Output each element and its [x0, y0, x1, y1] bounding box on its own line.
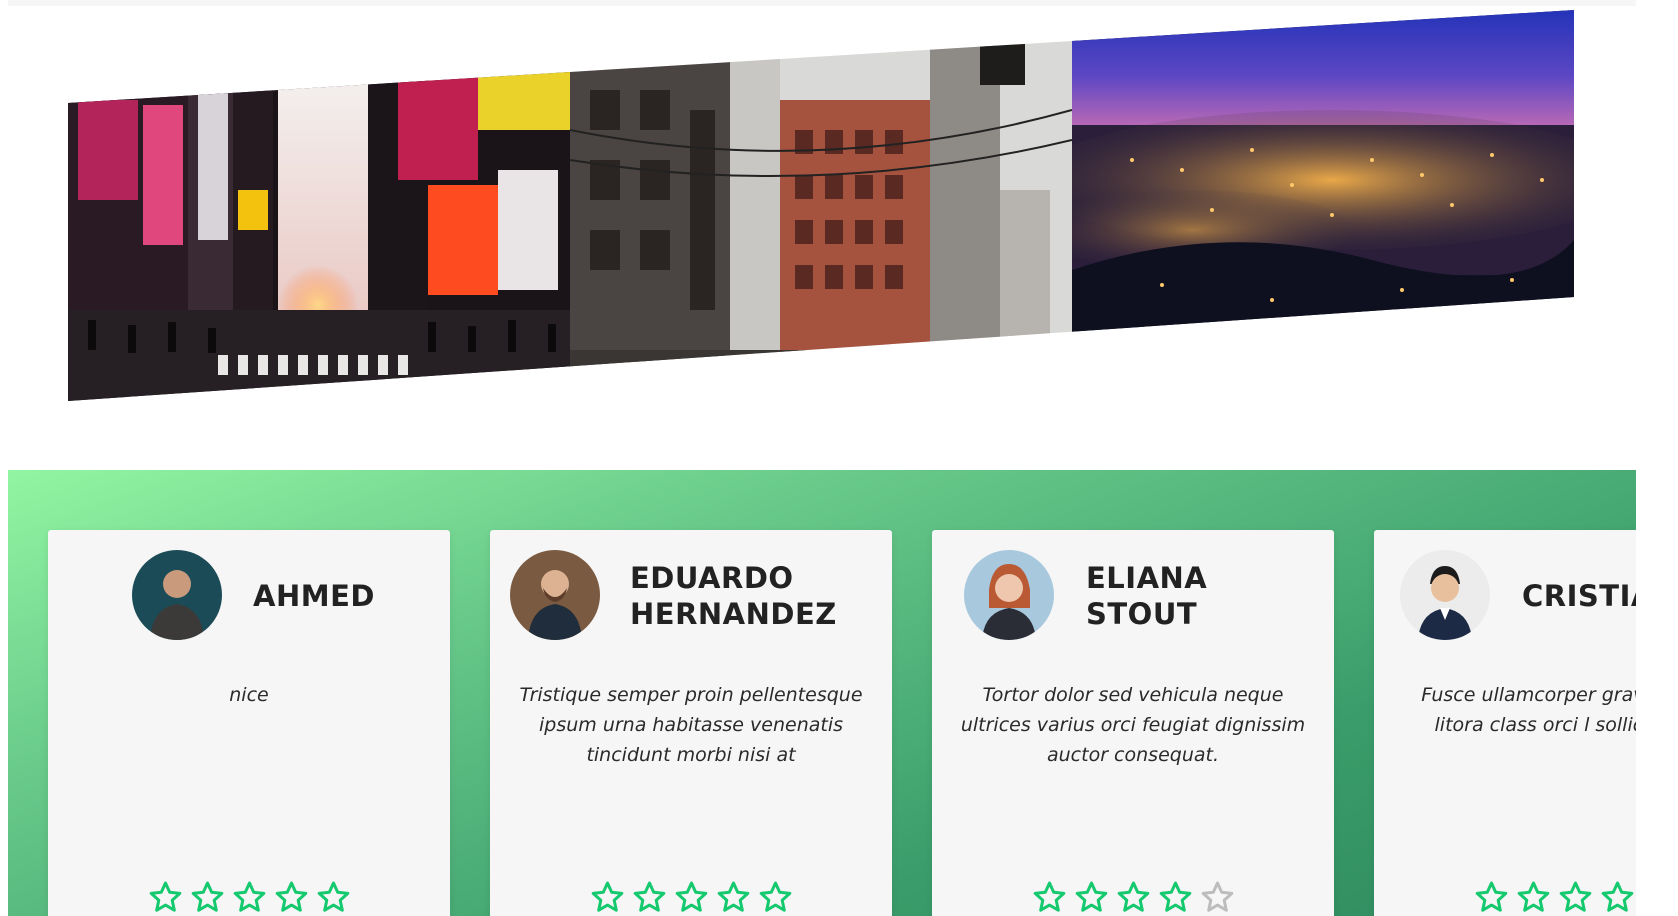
star-filled-icon [1475, 881, 1507, 912]
star-filled-icon [1075, 881, 1107, 912]
star-filled-icon [675, 881, 707, 912]
star-filled-icon [1601, 881, 1633, 912]
star-filled-icon [591, 881, 623, 912]
rating-stars [932, 880, 1334, 915]
reviewer-name: AHMED [253, 579, 375, 613]
testimonials-section: AHMED nice EDUARDO HERNANDEZ Tristique s… [8, 470, 1636, 916]
avatar [510, 550, 600, 640]
rating-stars [48, 880, 450, 915]
review-text: Tortor dolor sed vehicula neque ultrices… [960, 684, 1306, 766]
star-empty-icon [1201, 881, 1233, 912]
avatar [132, 550, 222, 640]
testimonial-card: EDUARDO HERNANDEZ Tristique semper proin… [490, 530, 892, 916]
star-filled-icon [149, 881, 181, 912]
review-text: nice [229, 684, 269, 706]
reviewer-name: CRISTIA [1522, 579, 1636, 613]
city-buildings-photo[interactable] [570, 10, 1072, 401]
rating-stars [490, 880, 892, 915]
star-filled-icon [317, 881, 349, 912]
avatar [964, 550, 1054, 640]
review-text: Fusce ullamcorper gravida lacus litora c… [1421, 684, 1636, 736]
star-filled-icon [1517, 881, 1549, 912]
reviewer-name: ELIANA STOUT [1086, 561, 1208, 631]
star-filled-icon [759, 881, 791, 912]
star-filled-icon [1559, 881, 1591, 912]
city-night-view-photo[interactable] [1072, 10, 1574, 401]
top-strip [8, 0, 1636, 6]
star-filled-icon [1159, 881, 1191, 912]
star-filled-icon [275, 881, 307, 912]
testimonial-card: ELIANA STOUT Tortor dolor sed vehicula n… [932, 530, 1334, 916]
testimonial-card: AHMED nice [48, 530, 450, 916]
star-filled-icon [633, 881, 665, 912]
star-filled-icon [233, 881, 265, 912]
reviewer-name: EDUARDO HERNANDEZ [630, 561, 837, 631]
star-filled-icon [191, 881, 223, 912]
rating-stars [1374, 880, 1636, 915]
star-filled-icon [717, 881, 749, 912]
times-square-photo[interactable] [68, 10, 570, 401]
star-filled-icon [1033, 881, 1065, 912]
star-filled-icon [1117, 881, 1149, 912]
avatar [1400, 550, 1490, 640]
review-text: Tristique semper proin pellentesque ipsu… [519, 684, 863, 766]
testimonial-card: CRISTIA Fusce ullamcorper gravida lacus … [1374, 530, 1636, 916]
image-gallery [68, 10, 1574, 401]
